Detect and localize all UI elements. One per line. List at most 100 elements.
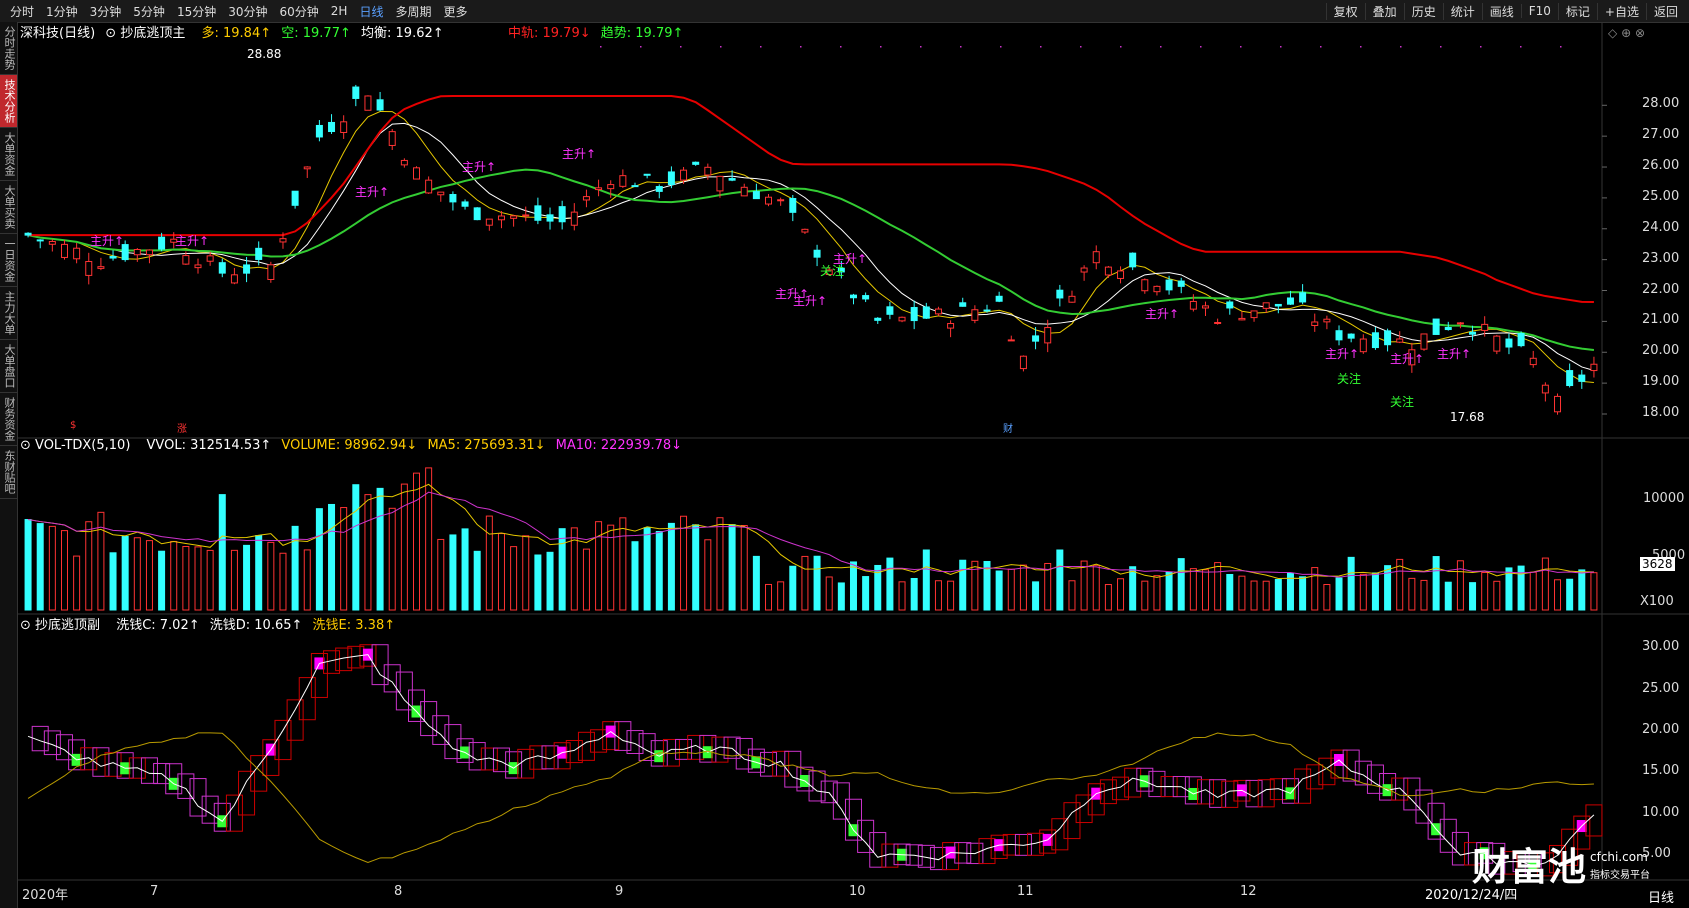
candle-body — [886, 306, 894, 315]
kong-value: 空: 19.77↑ — [281, 26, 351, 41]
kline-chart[interactable] — [0, 0, 1689, 908]
volume-unit: X100 — [1640, 594, 1674, 609]
volume-bar — [145, 540, 153, 611]
volume-bar — [1432, 556, 1440, 611]
volume-bar — [971, 560, 979, 611]
volume-bar — [497, 533, 505, 611]
volume-bars — [24, 467, 1598, 611]
price-axis-tick: 20.00 — [1642, 343, 1680, 359]
candle-body — [862, 295, 870, 300]
candle-body — [922, 306, 930, 319]
date-label-sep: 9 — [615, 884, 624, 899]
candle-body — [1432, 318, 1440, 335]
candle-body — [1202, 305, 1209, 309]
date-label-dec: 12 — [1240, 884, 1257, 899]
price-axis-tick: 28.00 — [1642, 96, 1680, 112]
candle-body — [1056, 289, 1064, 299]
date-label-aug: 8 — [394, 884, 403, 899]
volume-bar — [922, 549, 930, 611]
stock-name[interactable]: 深科技(日线) — [20, 26, 95, 41]
candle-body — [376, 99, 384, 111]
zoom-icon[interactable]: ⊕ — [1621, 26, 1631, 40]
volume-bar — [1408, 577, 1416, 611]
candle-body — [631, 185, 639, 188]
volume-bar — [934, 580, 942, 611]
candle-body — [437, 191, 445, 196]
volume-bar — [279, 552, 287, 611]
volume-bar — [1529, 571, 1537, 611]
event-mark-limitup[interactable]: 涨 — [177, 420, 187, 435]
volume-bar — [1117, 578, 1125, 611]
collapse-icon[interactable]: ◇ — [1608, 26, 1617, 40]
candle-body — [1396, 338, 1404, 343]
volume-bar — [1007, 568, 1015, 611]
volume-bar — [1359, 573, 1367, 611]
event-mark-dividend[interactable]: $ — [70, 420, 76, 431]
signal-attention-tag: 关注 — [1337, 372, 1362, 386]
candle-body — [534, 205, 542, 221]
volume-bar — [60, 530, 68, 611]
volume-bar — [995, 570, 1003, 611]
volume-bar — [85, 521, 93, 611]
volume-bar — [546, 551, 554, 611]
volume-bar — [73, 555, 81, 611]
candle-body — [510, 215, 518, 219]
volume-bar — [328, 503, 336, 611]
signal-up-tag: 主升↑ — [462, 160, 497, 174]
candle-body — [1347, 333, 1355, 339]
signal-up-tag: 主升↑ — [1325, 347, 1360, 361]
candle-body — [109, 255, 117, 259]
candle-body — [485, 218, 493, 226]
candle-body — [1493, 335, 1501, 352]
volume-indicator-name[interactable]: ⊙ VOL-TDX(5,10) — [20, 438, 136, 453]
candle-body — [740, 186, 748, 197]
candle-body — [607, 184, 615, 190]
volume-bar — [1578, 569, 1586, 611]
date-label-nov: 11 — [1017, 884, 1034, 899]
volume-bar — [1481, 572, 1489, 611]
volume-bar — [1032, 581, 1040, 611]
candle-body — [655, 186, 663, 192]
volume-bar — [643, 527, 651, 611]
volume-bar — [813, 555, 821, 611]
event-mark-finance[interactable]: 财 — [1003, 420, 1013, 435]
volume-bar — [1226, 573, 1234, 611]
candle-body — [522, 214, 530, 217]
sub-indicator-boxes — [31, 644, 1603, 877]
volume-bar — [631, 541, 639, 611]
price-axis-tick: 25.00 — [1642, 188, 1680, 204]
price-axis-tick: 27.00 — [1642, 127, 1680, 143]
candle-body — [813, 249, 821, 258]
candle-body — [959, 302, 967, 307]
volume-bar — [437, 538, 445, 611]
indicator-name[interactable]: ⊙ 抄底逃顶主 — [105, 26, 191, 41]
candle-body — [73, 247, 81, 260]
candle-body — [1044, 327, 1052, 344]
candle-body — [194, 264, 202, 269]
volume-bar — [1262, 580, 1270, 611]
sub-indicator-name[interactable]: ⊙ 抄底逃顶副 — [20, 618, 106, 633]
volume-bar — [364, 494, 372, 611]
sub-axis-tick: 10.00 — [1642, 804, 1680, 820]
signal-up-tag: 主升↑ — [1145, 307, 1180, 321]
candle-body — [1092, 251, 1100, 264]
candle-body — [1554, 395, 1562, 413]
candle-body — [1080, 267, 1088, 273]
candle-body — [1456, 322, 1464, 325]
main-legend: 深科技(日线) ⊙ 抄底逃顶主 多: 19.84↑ 空: 19.77↑ 均衡: … — [20, 22, 450, 41]
indicator-label: 抄底逃顶主 — [120, 26, 186, 41]
candle-body — [97, 266, 105, 269]
close-icon[interactable]: ⊗ — [1635, 26, 1645, 40]
volume-bar — [1056, 549, 1064, 611]
volume-bar — [1202, 569, 1209, 611]
vol-axis-10000: 10000 — [1643, 491, 1685, 506]
candle-body — [667, 171, 675, 186]
price-axis-tick: 23.00 — [1642, 250, 1680, 266]
candle-body — [1481, 323, 1489, 331]
volume-bar — [425, 467, 433, 611]
volume-bar — [777, 581, 785, 611]
volume-bar — [1165, 571, 1173, 611]
candle-body — [1141, 279, 1149, 292]
volume-bar — [243, 544, 251, 611]
candle-body — [692, 161, 700, 165]
